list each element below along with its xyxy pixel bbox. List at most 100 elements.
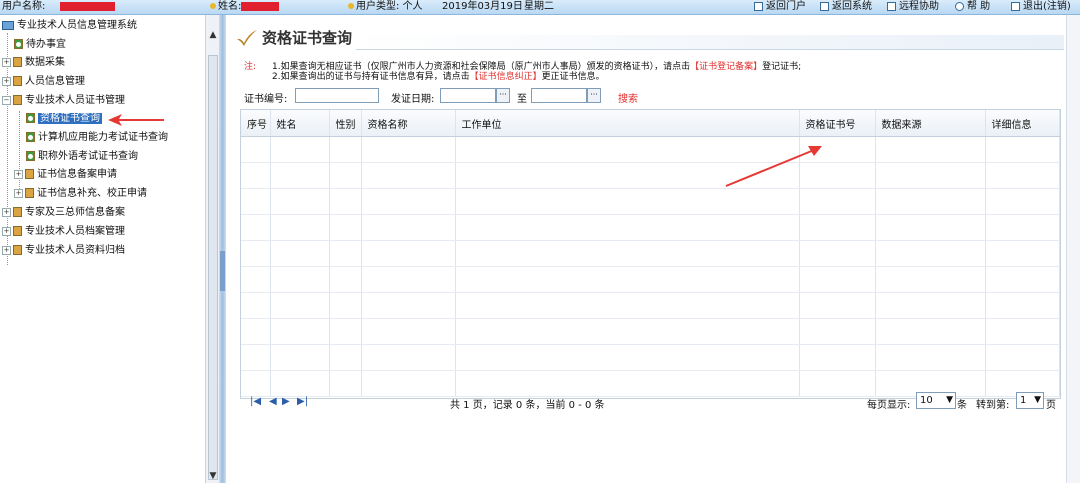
cert-no-input[interactable]: [295, 88, 379, 103]
expand-plus-icon[interactable]: +: [2, 76, 11, 86]
results-grid: 序号 姓名 性别 资格名称 工作单位 资格证书号 数据来源 详细信息: [240, 109, 1061, 399]
splitter-grip[interactable]: [220, 251, 225, 291]
table-cell: [875, 344, 986, 371]
logout-icon: [1011, 1, 1020, 11]
table-cell: [329, 344, 362, 371]
collapse-minus-icon[interactable]: −: [2, 95, 11, 105]
table-cell: [985, 188, 1060, 215]
return-portal-button[interactable]: 返回门户: [754, 1, 806, 13]
cert-register-link[interactable]: 【证书登记备案】: [690, 62, 762, 72]
issue-date-to-input[interactable]: [531, 88, 587, 103]
folder-icon: [13, 226, 22, 236]
col-header-gender[interactable]: 性别: [329, 110, 362, 137]
tree-item-cert-correction[interactable]: + 证书信息补充、校正申请: [14, 186, 147, 202]
table-cell: [799, 266, 876, 293]
table-cell: [270, 188, 330, 215]
tree-root[interactable]: 专业技术人员信息管理系统: [2, 18, 137, 34]
calendar-icon[interactable]: ···: [587, 88, 601, 103]
tree-item-todo[interactable]: 待办事宜: [14, 37, 66, 53]
tree-item-cert-management[interactable]: − 专业技术人员证书管理: [2, 93, 125, 109]
table-cell: [799, 214, 876, 241]
search-button[interactable]: 搜索: [618, 90, 638, 105]
table-cell: [799, 344, 876, 371]
col-header-data-source[interactable]: 数据来源: [875, 110, 986, 137]
expand-plus-icon[interactable]: +: [2, 226, 11, 236]
table-cell: [985, 162, 1060, 189]
col-header-qualification[interactable]: 资格名称: [361, 110, 456, 137]
issue-date-label: 发证日期:: [391, 94, 435, 105]
table-cell: [455, 162, 800, 189]
goto-label: 转到第:: [976, 400, 1010, 411]
expand-plus-icon[interactable]: +: [2, 57, 11, 67]
table-cell: [270, 214, 330, 241]
tree-item-qualification-query[interactable]: 资格证书查询: [26, 111, 102, 127]
user-account-label: 用户名称:: [2, 1, 46, 12]
table-row: [241, 214, 1060, 241]
pager-info: 共 1 页，记录 0 条，当前 0 - 0 条: [450, 400, 605, 411]
issue-date-from-input[interactable]: [440, 88, 496, 103]
col-header-cert-no[interactable]: 资格证书号: [799, 110, 876, 137]
per-page-unit: 条: [957, 400, 967, 411]
table-cell: [270, 240, 330, 267]
table-cell: [241, 136, 271, 163]
tree-item-experts[interactable]: + 专家及三总师信息备案: [2, 205, 125, 221]
expand-plus-icon[interactable]: +: [14, 169, 23, 179]
annotation-arrow-left: [108, 114, 164, 126]
nav-scrollbar[interactable]: ▲ ▼: [205, 15, 220, 483]
col-header-name[interactable]: 姓名: [270, 110, 330, 137]
tree-item-computer-cert-query[interactable]: 计算机应用能力考试证书查询: [26, 130, 168, 146]
col-header-details[interactable]: 详细信息: [985, 110, 1060, 137]
tree-item-foreign-language-query[interactable]: 职称外语考试证书查询: [26, 149, 138, 165]
tree-item-cert-filing[interactable]: + 证书信息备案申请: [14, 167, 117, 183]
last-page-icon[interactable]: ▶|: [297, 396, 308, 407]
pane-splitter[interactable]: [219, 15, 226, 483]
help-button[interactable]: 帮 助: [955, 1, 990, 13]
tree-item-data-collection[interactable]: + 数据采集: [2, 55, 65, 71]
folder-icon: [13, 76, 22, 86]
scroll-thumb[interactable]: [208, 55, 218, 480]
calendar-icon[interactable]: ···: [496, 88, 510, 103]
top-bar: 用户名称: 姓名: 用户类型: 个人 2019年03月19日 星期二 返回门户 …: [0, 0, 1080, 15]
grid-header-row: 序号 姓名 性别 资格名称 工作单位 资格证书号 数据来源 详细信息: [241, 110, 1060, 137]
table-cell: [270, 162, 330, 189]
folder-open-icon: [13, 95, 22, 105]
tree-item-personnel[interactable]: + 人员信息管理: [2, 74, 85, 90]
table-cell: [455, 344, 800, 371]
cert-correct-link[interactable]: 【证书信息纠正】: [470, 72, 542, 82]
page-icon: [14, 39, 23, 49]
table-cell: [329, 292, 362, 319]
col-header-index[interactable]: 序号: [241, 110, 271, 137]
next-page-icon[interactable]: ▶: [282, 396, 290, 407]
folder-icon: [25, 188, 34, 198]
col-header-employer[interactable]: 工作单位: [455, 110, 800, 137]
prev-page-icon[interactable]: ◀: [269, 396, 277, 407]
expand-plus-icon[interactable]: +: [14, 188, 23, 198]
table-cell: [329, 318, 362, 345]
current-date: 2019年03月19日: [442, 1, 523, 12]
tree-item-filing[interactable]: + 专业技术人员资料归档: [2, 243, 125, 259]
table-cell: [985, 318, 1060, 345]
chevron-down-icon: ▼: [1034, 395, 1041, 405]
return-system-button[interactable]: 返回系统: [820, 1, 872, 13]
nav-tree: 专业技术人员信息管理系统 待办事宜 + 数据采集 + 人员信息管理 − 专业技术人员证…: [0, 15, 205, 483]
table-cell: [361, 240, 456, 267]
table-cell: [875, 266, 986, 293]
table-cell: [875, 188, 986, 215]
table-cell: [361, 318, 456, 345]
table-cell: [241, 188, 271, 215]
goto-page-select[interactable]: 1 ▼: [1016, 392, 1044, 409]
expand-plus-icon[interactable]: +: [2, 245, 11, 255]
logout-button[interactable]: 退出(注销): [1011, 1, 1071, 13]
table-cell: [270, 266, 330, 293]
table-cell: [241, 318, 271, 345]
scroll-down-icon[interactable]: ▼: [207, 470, 219, 482]
scroll-up-icon[interactable]: ▲: [207, 29, 219, 41]
first-page-icon[interactable]: |◀: [250, 396, 261, 407]
user-type-value: 个人: [402, 1, 423, 12]
per-page-select[interactable]: 10 ▼: [916, 392, 956, 409]
remote-assist-button[interactable]: 远程协助: [887, 1, 939, 13]
expand-plus-icon[interactable]: +: [2, 207, 11, 217]
table-cell: [241, 214, 271, 241]
main-scrollbar[interactable]: [1066, 15, 1080, 483]
tree-item-archives[interactable]: + 专业技术人员档案管理: [2, 224, 125, 240]
